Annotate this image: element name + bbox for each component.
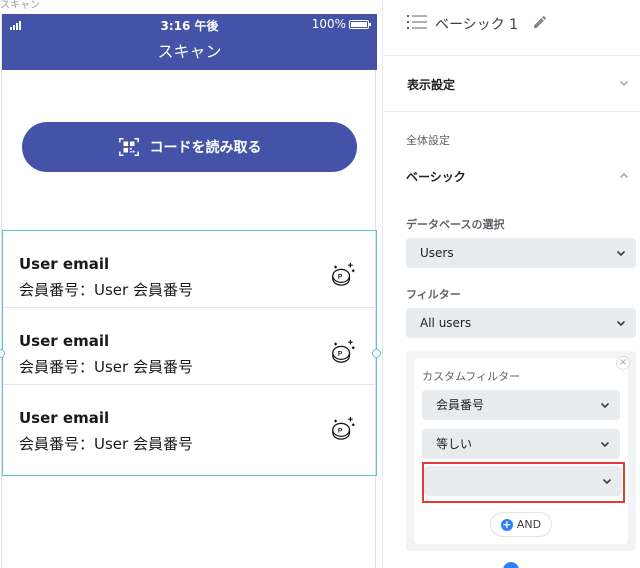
frame-label: スキャン [0, 0, 40, 11]
scan-code-button[interactable]: コードを読み取る [22, 122, 357, 172]
custom-filter-label: カスタムフィルター [422, 370, 521, 383]
database-select[interactable]: Users [406, 238, 636, 268]
basic-section-label[interactable]: ベーシック [406, 168, 466, 185]
list-item[interactable]: User email 会員番号：User 会員番号 P [3, 231, 376, 308]
component-title[interactable]: ベーシック 1 [435, 14, 518, 34]
list-item[interactable]: User email 会員番号：User 会員番号 P [3, 308, 376, 385]
overall-settings-label: 全体設定 [406, 134, 450, 147]
filter-select-value: All users [420, 316, 472, 330]
chevron-down-icon [600, 402, 610, 409]
editor-canvas: スキャン 3:16 午後 100% スキャン コードを読み取る User ema… [0, 0, 640, 568]
scan-button-label: コードを読み取る [149, 140, 262, 156]
chevron-down-icon [616, 250, 626, 257]
resize-handle-right[interactable] [372, 349, 381, 358]
database-label: データベースの選択 [406, 218, 505, 231]
coin-points-icon: P [332, 262, 355, 286]
and-button-label: AND [516, 518, 542, 531]
status-battery: 100% [311, 17, 371, 31]
item-subtitle: 会員番号：User 会員番号 [19, 435, 193, 453]
pencil-icon[interactable] [532, 14, 548, 30]
custom-filter-field-select[interactable]: 会員番号 [422, 390, 620, 420]
item-title: User email [19, 409, 110, 427]
coin-points-icon: P [332, 339, 355, 363]
status-bar: 3:16 午後 100% [2, 14, 377, 36]
svg-text:P: P [338, 428, 343, 435]
app-bar: スキャン [2, 36, 377, 70]
add-and-condition-button[interactable]: + AND [490, 512, 552, 537]
custom-filter-operator-value: 等しい [436, 437, 473, 451]
item-title: User email [19, 255, 110, 273]
highlight-box [422, 462, 625, 503]
list-item[interactable]: User email 会員番号：User 会員番号 P [3, 385, 376, 462]
svg-text:P: P [338, 274, 343, 281]
display-settings-section[interactable]: 表示設定 [383, 56, 640, 112]
item-subtitle: 会員番号：User 会員番号 [19, 358, 193, 376]
display-settings-label: 表示設定 [407, 78, 456, 92]
custom-filter-field-value: 会員番号 [436, 398, 485, 412]
chevron-down-icon [600, 441, 610, 448]
coin-points-icon: P [332, 416, 355, 440]
qr-scan-icon [118, 138, 139, 156]
database-select-value: Users [420, 246, 454, 260]
item-subtitle: 会員番号：User 会員番号 [19, 281, 193, 299]
app-bar-title: スキャン [157, 42, 222, 61]
close-icon[interactable]: × [616, 356, 630, 370]
phone-preview: 3:16 午後 100% スキャン コードを読み取る User email 会員… [1, 14, 377, 568]
chevron-down-icon [616, 320, 626, 327]
custom-filter-operator-select[interactable]: 等しい [422, 429, 620, 459]
filter-label: フィルター [406, 288, 461, 301]
svg-text:P: P [338, 351, 343, 358]
member-list[interactable]: User email 会員番号：User 会員番号 P User email 会… [2, 230, 377, 476]
chevron-up-icon[interactable] [619, 171, 629, 181]
item-title: User email [19, 332, 110, 350]
battery-percent: 100% [311, 17, 346, 31]
chevron-down-icon [620, 81, 628, 86]
filter-select[interactable]: All users [406, 308, 636, 338]
battery-icon [349, 19, 371, 29]
list-icon [407, 15, 427, 29]
panel-header: ベーシック 1 [383, 0, 640, 56]
plus-icon: + [500, 517, 513, 531]
